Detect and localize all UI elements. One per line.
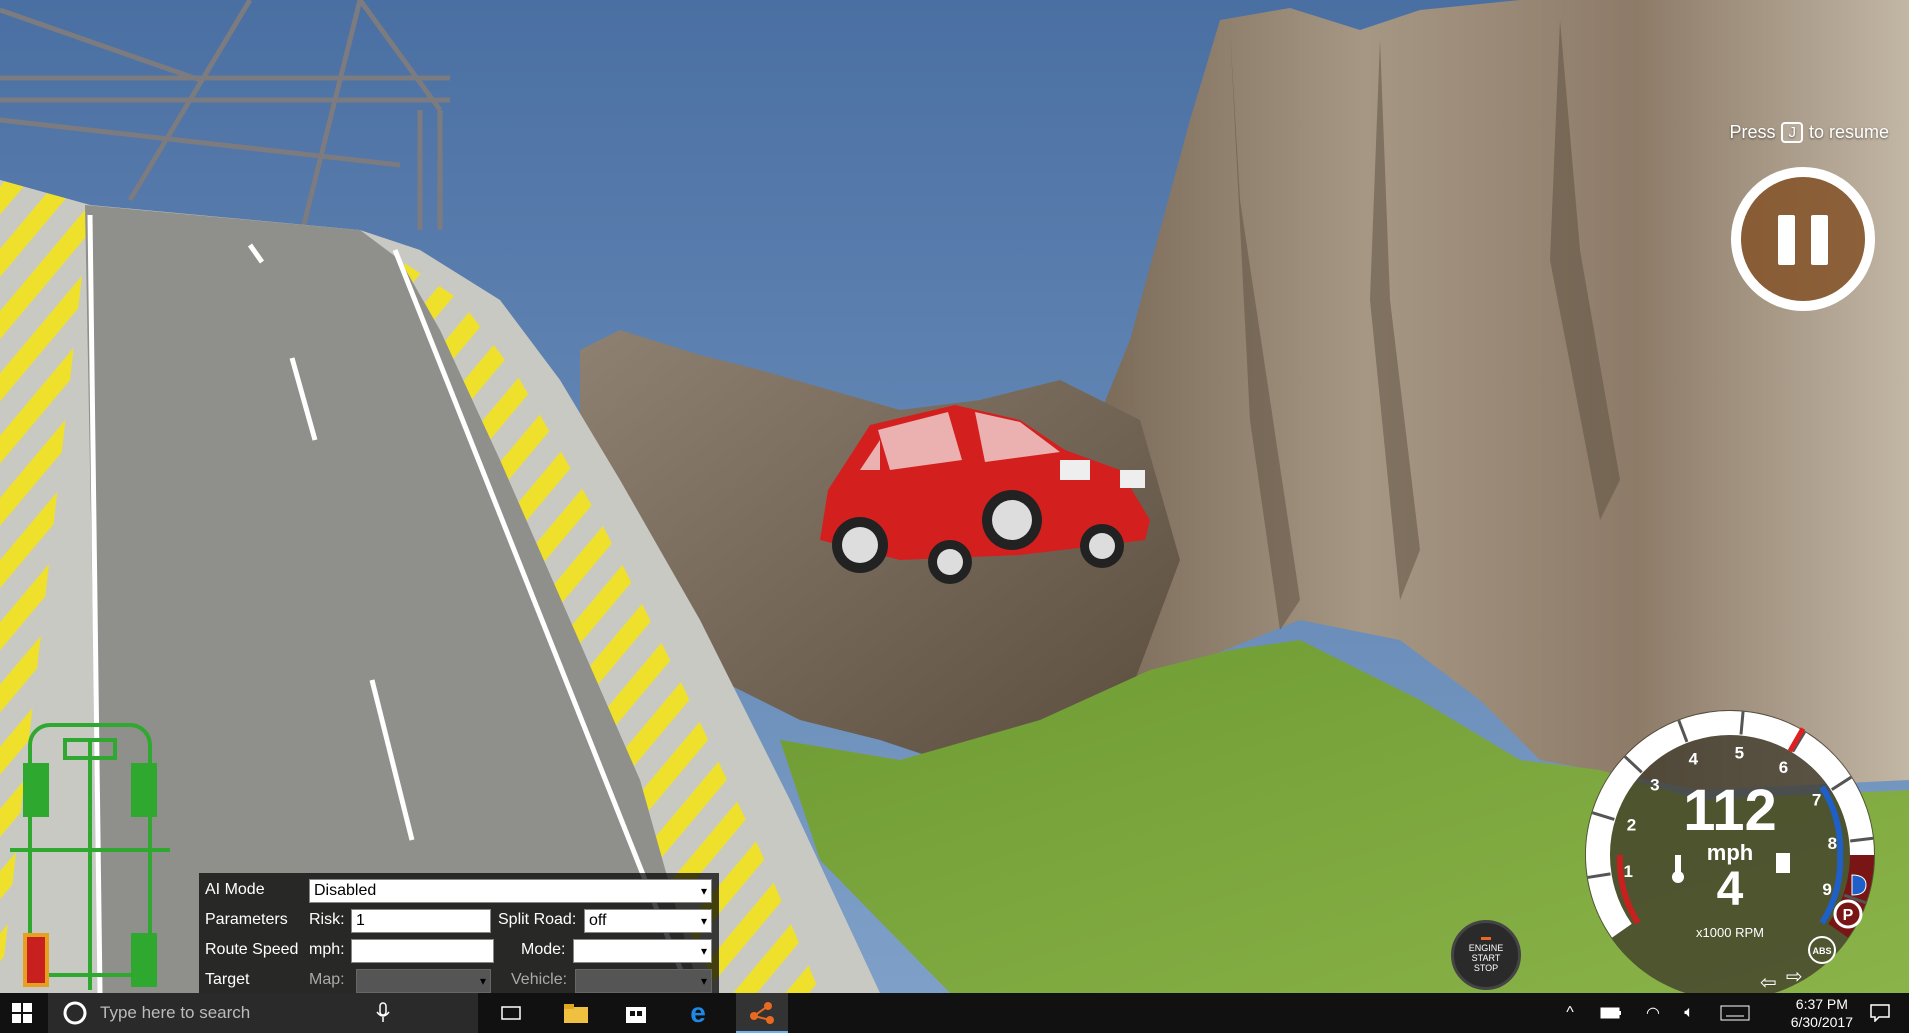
- mode-label: Mode:: [521, 941, 566, 958]
- battery-button[interactable]: [1598, 993, 1624, 1033]
- wifi-icon: ◠: [1646, 1005, 1660, 1022]
- rpm-tick-label: 1: [1624, 862, 1633, 881]
- speaker-icon: 🔈︎: [1684, 1004, 1694, 1021]
- ai-control-panel: AI Mode Disabled Parameters Risk: 1 Spli…: [199, 873, 719, 993]
- clock-date: 6/30/2017: [1790, 1014, 1853, 1030]
- action-center-button[interactable]: [1860, 993, 1900, 1033]
- notification-icon: [1870, 1004, 1890, 1022]
- microphone-icon[interactable]: [376, 1002, 390, 1024]
- edge-icon: e: [690, 997, 706, 1028]
- rpm-tick-label: 3: [1650, 776, 1659, 795]
- engine-line1: ENGINE: [1468, 943, 1504, 953]
- ai-mode-label: AI Mode: [205, 881, 265, 898]
- beamng-taskbar-button[interactable]: [736, 993, 788, 1033]
- turn-right-icon: ⇨: [1786, 964, 1803, 988]
- map-label: Map:: [309, 971, 345, 988]
- keyboard-icon: [1720, 1005, 1750, 1021]
- route-speed-label: Route Speed: [205, 941, 299, 958]
- rpm-tick-label: 7: [1812, 790, 1821, 809]
- cortana-icon: [63, 1001, 87, 1025]
- start-button[interactable]: [0, 993, 44, 1033]
- rpm-tick-label: 4: [1689, 750, 1699, 769]
- engine-indicator-icon: [1481, 937, 1491, 940]
- split-road-label: Split Road:: [498, 911, 577, 928]
- rpm-tick-label: 6: [1779, 758, 1788, 777]
- store-icon: [626, 1007, 646, 1023]
- windows-taskbar: Type here to search e ^ ◠ 🔈︎ 6:37 PM 6/3…: [0, 993, 1909, 1033]
- resume-prefix: Press: [1729, 122, 1776, 142]
- clock-time: 6:37 PM: [1795, 996, 1848, 1012]
- resume-suffix: to resume: [1808, 122, 1889, 142]
- mph-input[interactable]: [351, 939, 494, 963]
- folder-icon: [564, 1004, 588, 1023]
- task-view-icon: [501, 1006, 521, 1020]
- edge-button[interactable]: e: [678, 993, 718, 1033]
- split-road-select[interactable]: off: [584, 909, 712, 933]
- beamng-icon: [750, 1002, 774, 1024]
- mode-select[interactable]: [573, 939, 712, 963]
- vehicle-label: Vehicle:: [511, 971, 568, 988]
- windows-logo-icon: [12, 1003, 32, 1023]
- task-view-button[interactable]: [488, 993, 534, 1033]
- wifi-button[interactable]: ◠: [1640, 993, 1666, 1033]
- file-explorer-button[interactable]: [556, 993, 596, 1033]
- speed-unit: mph: [1707, 840, 1753, 865]
- parameters-label: Parameters: [205, 911, 288, 928]
- battery-icon: [1600, 1007, 1621, 1019]
- headlight-icon: [1851, 874, 1867, 896]
- rpm-tick-label: 9: [1822, 880, 1831, 899]
- risk-label: Risk:: [309, 911, 345, 928]
- tachometer-gauge: 1 2 3 4 5 6 7 8 9 112 mph 4 x1000 RPM P ABS ⇦ ⇨: [1585, 710, 1875, 993]
- speed-value: 112: [1683, 778, 1777, 843]
- turn-left-icon: ⇦: [1760, 970, 1777, 993]
- store-button[interactable]: [616, 993, 656, 1033]
- pause-button[interactable]: [1731, 167, 1875, 311]
- j-key-icon: J: [1781, 122, 1803, 143]
- gear-indicator: 4: [1717, 863, 1744, 916]
- rpm-tick-mark: [1739, 711, 1745, 735]
- engine-line2: START: [1471, 953, 1501, 963]
- resume-hint: Press J to resume: [1729, 122, 1889, 143]
- taskbar-search[interactable]: Type here to search: [48, 993, 478, 1033]
- rpm-tick-label: 2: [1627, 816, 1636, 835]
- chevron-up-icon: ^: [1566, 1004, 1574, 1021]
- mph-label: mph:: [309, 941, 345, 958]
- search-placeholder: Type here to search: [100, 1003, 251, 1022]
- vehicle-select[interactable]: [575, 969, 712, 993]
- risk-input[interactable]: 1: [351, 909, 491, 933]
- engine-start-stop-button[interactable]: ENGINE START STOP: [1451, 920, 1521, 990]
- keyboard-button[interactable]: [1718, 993, 1752, 1033]
- volume-button[interactable]: 🔈︎: [1676, 993, 1702, 1033]
- fuel-icon: [1776, 853, 1790, 873]
- game-viewport[interactable]: Press J to resume 1 2 3 4 5 6 7 8 9 112 mph 4 x1…: [0, 0, 1909, 993]
- map-select[interactable]: [356, 969, 491, 993]
- target-label: Target: [205, 971, 250, 988]
- rpm-tick-label: 5: [1735, 743, 1744, 762]
- engine-line3: STOP: [1473, 963, 1499, 973]
- abs-label: ABS: [1812, 946, 1831, 956]
- park-label: P: [1843, 907, 1854, 924]
- rpm-label: x1000 RPM: [1696, 925, 1764, 940]
- show-hidden-icons-button[interactable]: ^: [1560, 993, 1580, 1033]
- system-clock[interactable]: 6:37 PM 6/30/2017: [1791, 995, 1853, 1031]
- ai-mode-select[interactable]: Disabled: [309, 879, 712, 903]
- rpm-tick-label: 8: [1828, 834, 1837, 853]
